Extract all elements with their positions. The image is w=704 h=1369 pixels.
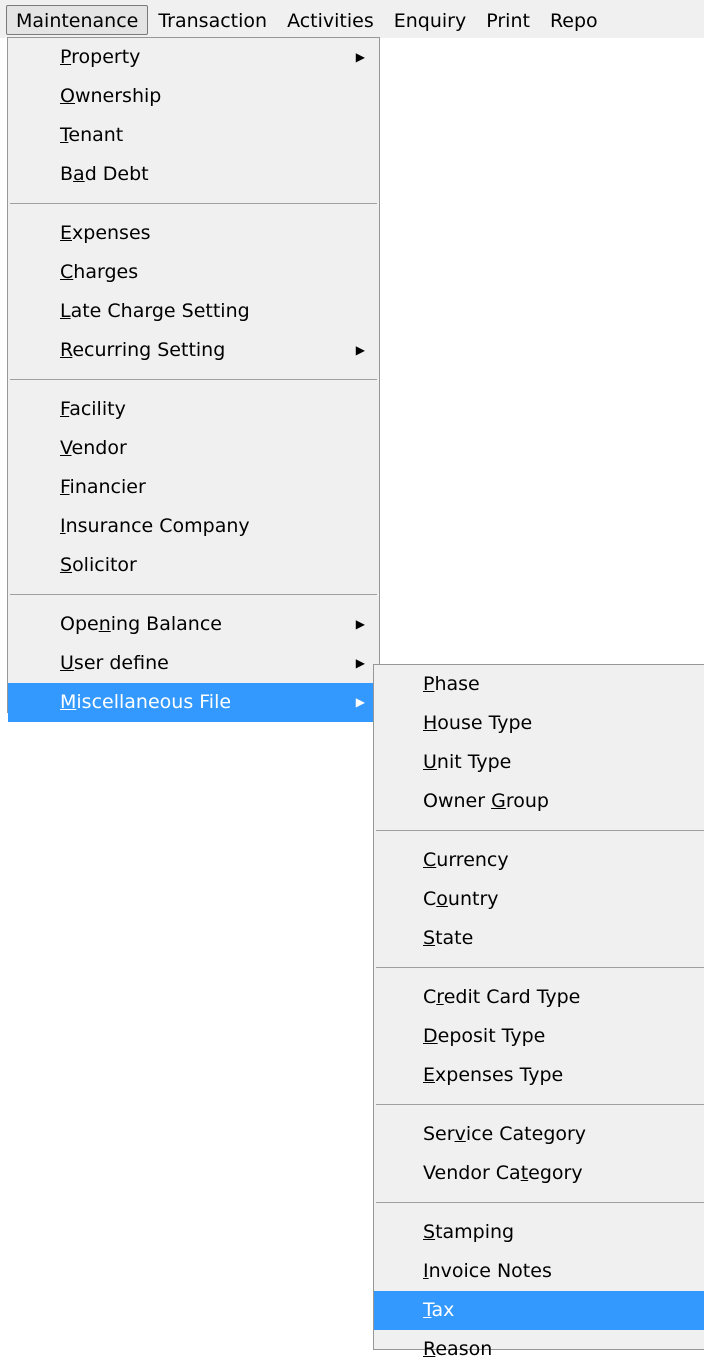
menubar-transaction[interactable]: Transaction [148,5,277,35]
menu-item-tenant[interactable]: Tenant [8,116,379,155]
submenu-arrow-icon: ▶ [355,695,365,709]
submenu-item-credit-card-type[interactable]: Credit Card Type [374,978,704,1017]
menubar-activities[interactable]: Activities [277,5,384,35]
submenu-item-house-type[interactable]: House Type [374,704,704,743]
maintenance-menu: Property ▶ Ownership Tenant Bad Debt Expe… [7,37,380,722]
submenu-item-tax[interactable]: Tax [374,1291,704,1330]
submenu-item-expenses-type[interactable]: Expenses Type [374,1056,704,1095]
menu-item-ownership[interactable]: Ownership [8,77,379,116]
menu-item-property[interactable]: Property ▶ [8,38,379,77]
menu-item-late-charge-setting[interactable]: Late Charge Setting [8,292,379,331]
submenu-item-deposit-type[interactable]: Deposit Type [374,1017,704,1056]
menu-item-miscellaneous-file[interactable]: Miscellaneous File ▶ [8,683,379,722]
submenu-item-stamping[interactable]: Stamping [374,1213,704,1252]
submenu-item-service-category[interactable]: Service Category [374,1115,704,1154]
menubar-print[interactable]: Print [476,5,540,35]
submenu-item-vendor-category[interactable]: Vendor Category [374,1154,704,1193]
miscellaneous-file-submenu: Phase House Type Unit Type Owner Group C… [373,664,704,1360]
submenu-arrow-icon: ▶ [355,50,365,64]
menu-bar: Maintenance Transaction Activities Enqui… [0,0,704,38]
menu-separator [10,203,377,204]
submenu-item-owner-group[interactable]: Owner Group [374,782,704,821]
submenu-item-phase[interactable]: Phase [374,665,704,704]
menubar-report[interactable]: Repo [540,5,608,35]
menu-item-vendor[interactable]: Vendor [8,429,379,468]
menu-separator [376,1104,704,1105]
menu-item-facility[interactable]: Facility [8,390,379,429]
menu-item-recurring-setting[interactable]: Recurring Setting ▶ [8,331,379,370]
menu-item-solicitor[interactable]: Solicitor [8,546,379,585]
menu-item-insurance-company[interactable]: Insurance Company [8,507,379,546]
submenu-arrow-icon: ▶ [355,343,365,357]
submenu-arrow-icon: ▶ [355,656,365,670]
menu-item-expenses[interactable]: Expenses [8,214,379,253]
menu-separator [10,379,377,380]
menu-separator [376,1202,704,1203]
menu-item-charges[interactable]: Charges [8,253,379,292]
menu-separator [10,594,377,595]
submenu-arrow-icon: ▶ [355,617,365,631]
submenu-item-state[interactable]: State [374,919,704,958]
menu-item-financier[interactable]: Financier [8,468,379,507]
menu-item-opening-balance[interactable]: Opening Balance ▶ [8,605,379,644]
submenu-item-invoice-notes[interactable]: Invoice Notes [374,1252,704,1291]
menubar-enquiry[interactable]: Enquiry [384,5,476,35]
menu-separator [376,830,704,831]
menu-item-bad-debt[interactable]: Bad Debt [8,155,379,194]
menubar-maintenance[interactable]: Maintenance [6,5,149,35]
submenu-item-currency[interactable]: Currency [374,841,704,880]
menu-item-user-define[interactable]: User define ▶ [8,644,379,683]
submenu-item-unit-type[interactable]: Unit Type [374,743,704,782]
menu-separator [376,967,704,968]
submenu-item-country[interactable]: Country [374,880,704,919]
